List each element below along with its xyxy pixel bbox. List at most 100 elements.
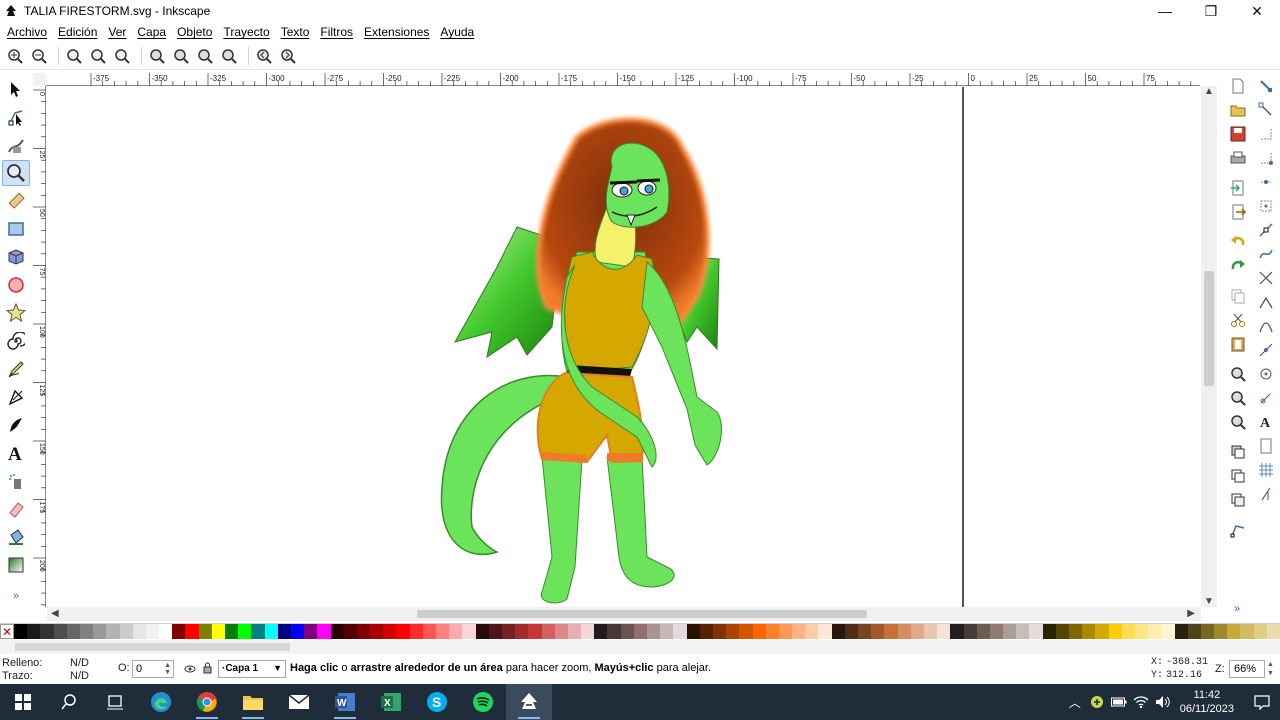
color-swatch[interactable] xyxy=(1214,624,1228,639)
color-swatch[interactable] xyxy=(449,624,463,639)
scroll-up-icon[interactable]: ▲ xyxy=(1204,86,1214,97)
menu-objeto[interactable]: Objeto xyxy=(173,25,216,39)
node-tool[interactable] xyxy=(2,104,30,130)
scroll-left-icon[interactable]: ◀ xyxy=(51,608,59,619)
menu-trayecto[interactable]: Trayecto xyxy=(219,25,273,39)
color-swatch[interactable] xyxy=(119,624,133,639)
zoom-page-button[interactable] xyxy=(195,46,215,66)
color-swatch[interactable] xyxy=(172,624,186,639)
pencil-tool[interactable] xyxy=(2,356,30,382)
color-swatch[interactable] xyxy=(541,624,555,639)
color-swatch[interactable] xyxy=(673,624,687,639)
color-swatch[interactable] xyxy=(620,624,634,639)
horizontal-ruler[interactable]: -375 -350 -325 -300 -275 -250 -225 -200 -175 -150… xyxy=(46,73,1277,86)
color-swatch[interactable] xyxy=(963,624,977,639)
selector-tool[interactable] xyxy=(2,76,30,102)
palette-scrollbar[interactable] xyxy=(0,640,1280,654)
volume-icon[interactable] xyxy=(1152,684,1174,720)
color-swatch[interactable] xyxy=(14,624,28,639)
zoom-out-button[interactable] xyxy=(29,46,49,66)
wifi-icon[interactable] xyxy=(1130,684,1152,720)
color-swatch[interactable] xyxy=(726,624,740,639)
color-swatch[interactable] xyxy=(805,624,819,639)
chrome-button[interactable] xyxy=(184,684,230,720)
fill-value[interactable]: N/D xyxy=(70,657,89,669)
color-swatch[interactable] xyxy=(910,624,924,639)
horizontal-scroll-thumb[interactable] xyxy=(417,610,867,618)
color-swatch[interactable] xyxy=(950,624,964,639)
color-swatch[interactable] xyxy=(1227,624,1241,639)
paste-button[interactable] xyxy=(1228,334,1248,354)
snap-bbox-midpoints-button[interactable] xyxy=(1256,172,1276,192)
zoom-prev-button[interactable] xyxy=(254,46,274,66)
snap-paths-button[interactable] xyxy=(1256,244,1276,264)
color-swatch[interactable] xyxy=(66,624,80,639)
ellipse-tool[interactable] xyxy=(2,272,30,298)
edge-button[interactable] xyxy=(138,684,184,720)
zoom-selection-button[interactable] xyxy=(147,46,167,66)
zoom-1-2-button[interactable] xyxy=(88,46,108,66)
color-swatch[interactable] xyxy=(475,624,489,639)
color-swatch[interactable] xyxy=(686,624,700,639)
color-swatch[interactable] xyxy=(1187,624,1201,639)
skype-button[interactable]: S xyxy=(414,684,460,720)
color-swatch[interactable] xyxy=(897,624,911,639)
color-swatch[interactable] xyxy=(739,624,753,639)
zoom-in-button[interactable] xyxy=(5,46,25,66)
new-document-button[interactable] xyxy=(1228,76,1248,96)
color-swatch[interactable] xyxy=(884,624,898,639)
snap-grid-button[interactable] xyxy=(1256,460,1276,480)
zoom-spinner-icon[interactable]: ▲ ▼ xyxy=(1267,660,1274,678)
drawing-canvas[interactable] xyxy=(47,87,1200,607)
unlink-clone-button[interactable] xyxy=(1228,490,1248,510)
color-swatch[interactable] xyxy=(515,624,529,639)
tweak-tool[interactable] xyxy=(2,132,30,158)
vertical-scroll-thumb[interactable] xyxy=(1204,271,1214,386)
import-button[interactable] xyxy=(1228,178,1248,198)
color-swatch[interactable] xyxy=(132,624,146,639)
color-swatch[interactable] xyxy=(1108,624,1122,639)
gradient-tool[interactable] xyxy=(2,552,30,578)
menu-edicion[interactable]: Edición xyxy=(54,25,101,39)
color-swatch[interactable] xyxy=(567,624,582,639)
color-swatch[interactable] xyxy=(765,624,779,639)
scroll-right-icon[interactable]: ▶ xyxy=(1187,608,1195,619)
zoom-next-button[interactable] xyxy=(278,46,298,66)
color-swatch[interactable] xyxy=(1240,624,1254,639)
tray-app-icon[interactable] xyxy=(1086,684,1108,720)
color-swatch[interactable] xyxy=(1042,624,1056,639)
color-swatch[interactable] xyxy=(989,624,1004,639)
snap-bbox-center-button[interactable] xyxy=(1256,196,1276,216)
clock[interactable]: 11:42 06/11/2023 xyxy=(1180,688,1234,716)
color-swatch[interactable] xyxy=(436,624,450,639)
pen-tool[interactable] xyxy=(2,384,30,410)
rect-tool[interactable] xyxy=(2,216,30,242)
color-swatch[interactable] xyxy=(1253,624,1267,639)
color-swatch[interactable] xyxy=(370,624,384,639)
copy-button[interactable] xyxy=(1228,286,1248,306)
color-swatch[interactable] xyxy=(251,624,265,639)
horizontal-scrollbar[interactable]: ◀ ▶ xyxy=(47,607,1201,621)
color-swatch[interactable] xyxy=(594,624,608,639)
color-swatch[interactable] xyxy=(145,624,160,639)
color-swatch[interactable] xyxy=(1200,624,1215,639)
zoom-selection-rb[interactable] xyxy=(1228,364,1248,384)
snap-rotation-center-button[interactable] xyxy=(1256,388,1276,408)
spray-tool[interactable] xyxy=(2,468,30,494)
color-swatch[interactable] xyxy=(198,624,212,639)
color-swatch[interactable] xyxy=(409,624,423,639)
color-swatch[interactable] xyxy=(1266,624,1280,639)
snap-bbox-corners-button[interactable] xyxy=(1256,148,1276,168)
cut-button[interactable] xyxy=(1228,310,1248,330)
color-swatch[interactable] xyxy=(818,624,832,639)
color-swatch[interactable] xyxy=(1161,624,1175,639)
vertical-scrollbar[interactable]: ▲ ▼ xyxy=(1201,86,1217,607)
color-swatch[interactable] xyxy=(528,624,542,639)
export-button[interactable] xyxy=(1228,202,1248,222)
color-swatch[interactable] xyxy=(778,624,793,639)
inkscape-taskbar-button[interactable] xyxy=(506,684,552,720)
dragon-character-drawing[interactable] xyxy=(47,87,1200,607)
color-swatch[interactable] xyxy=(185,624,199,639)
show-hidden-icons-chevron-icon[interactable]: ︿ xyxy=(1064,684,1086,720)
color-swatch[interactable] xyxy=(712,624,727,639)
